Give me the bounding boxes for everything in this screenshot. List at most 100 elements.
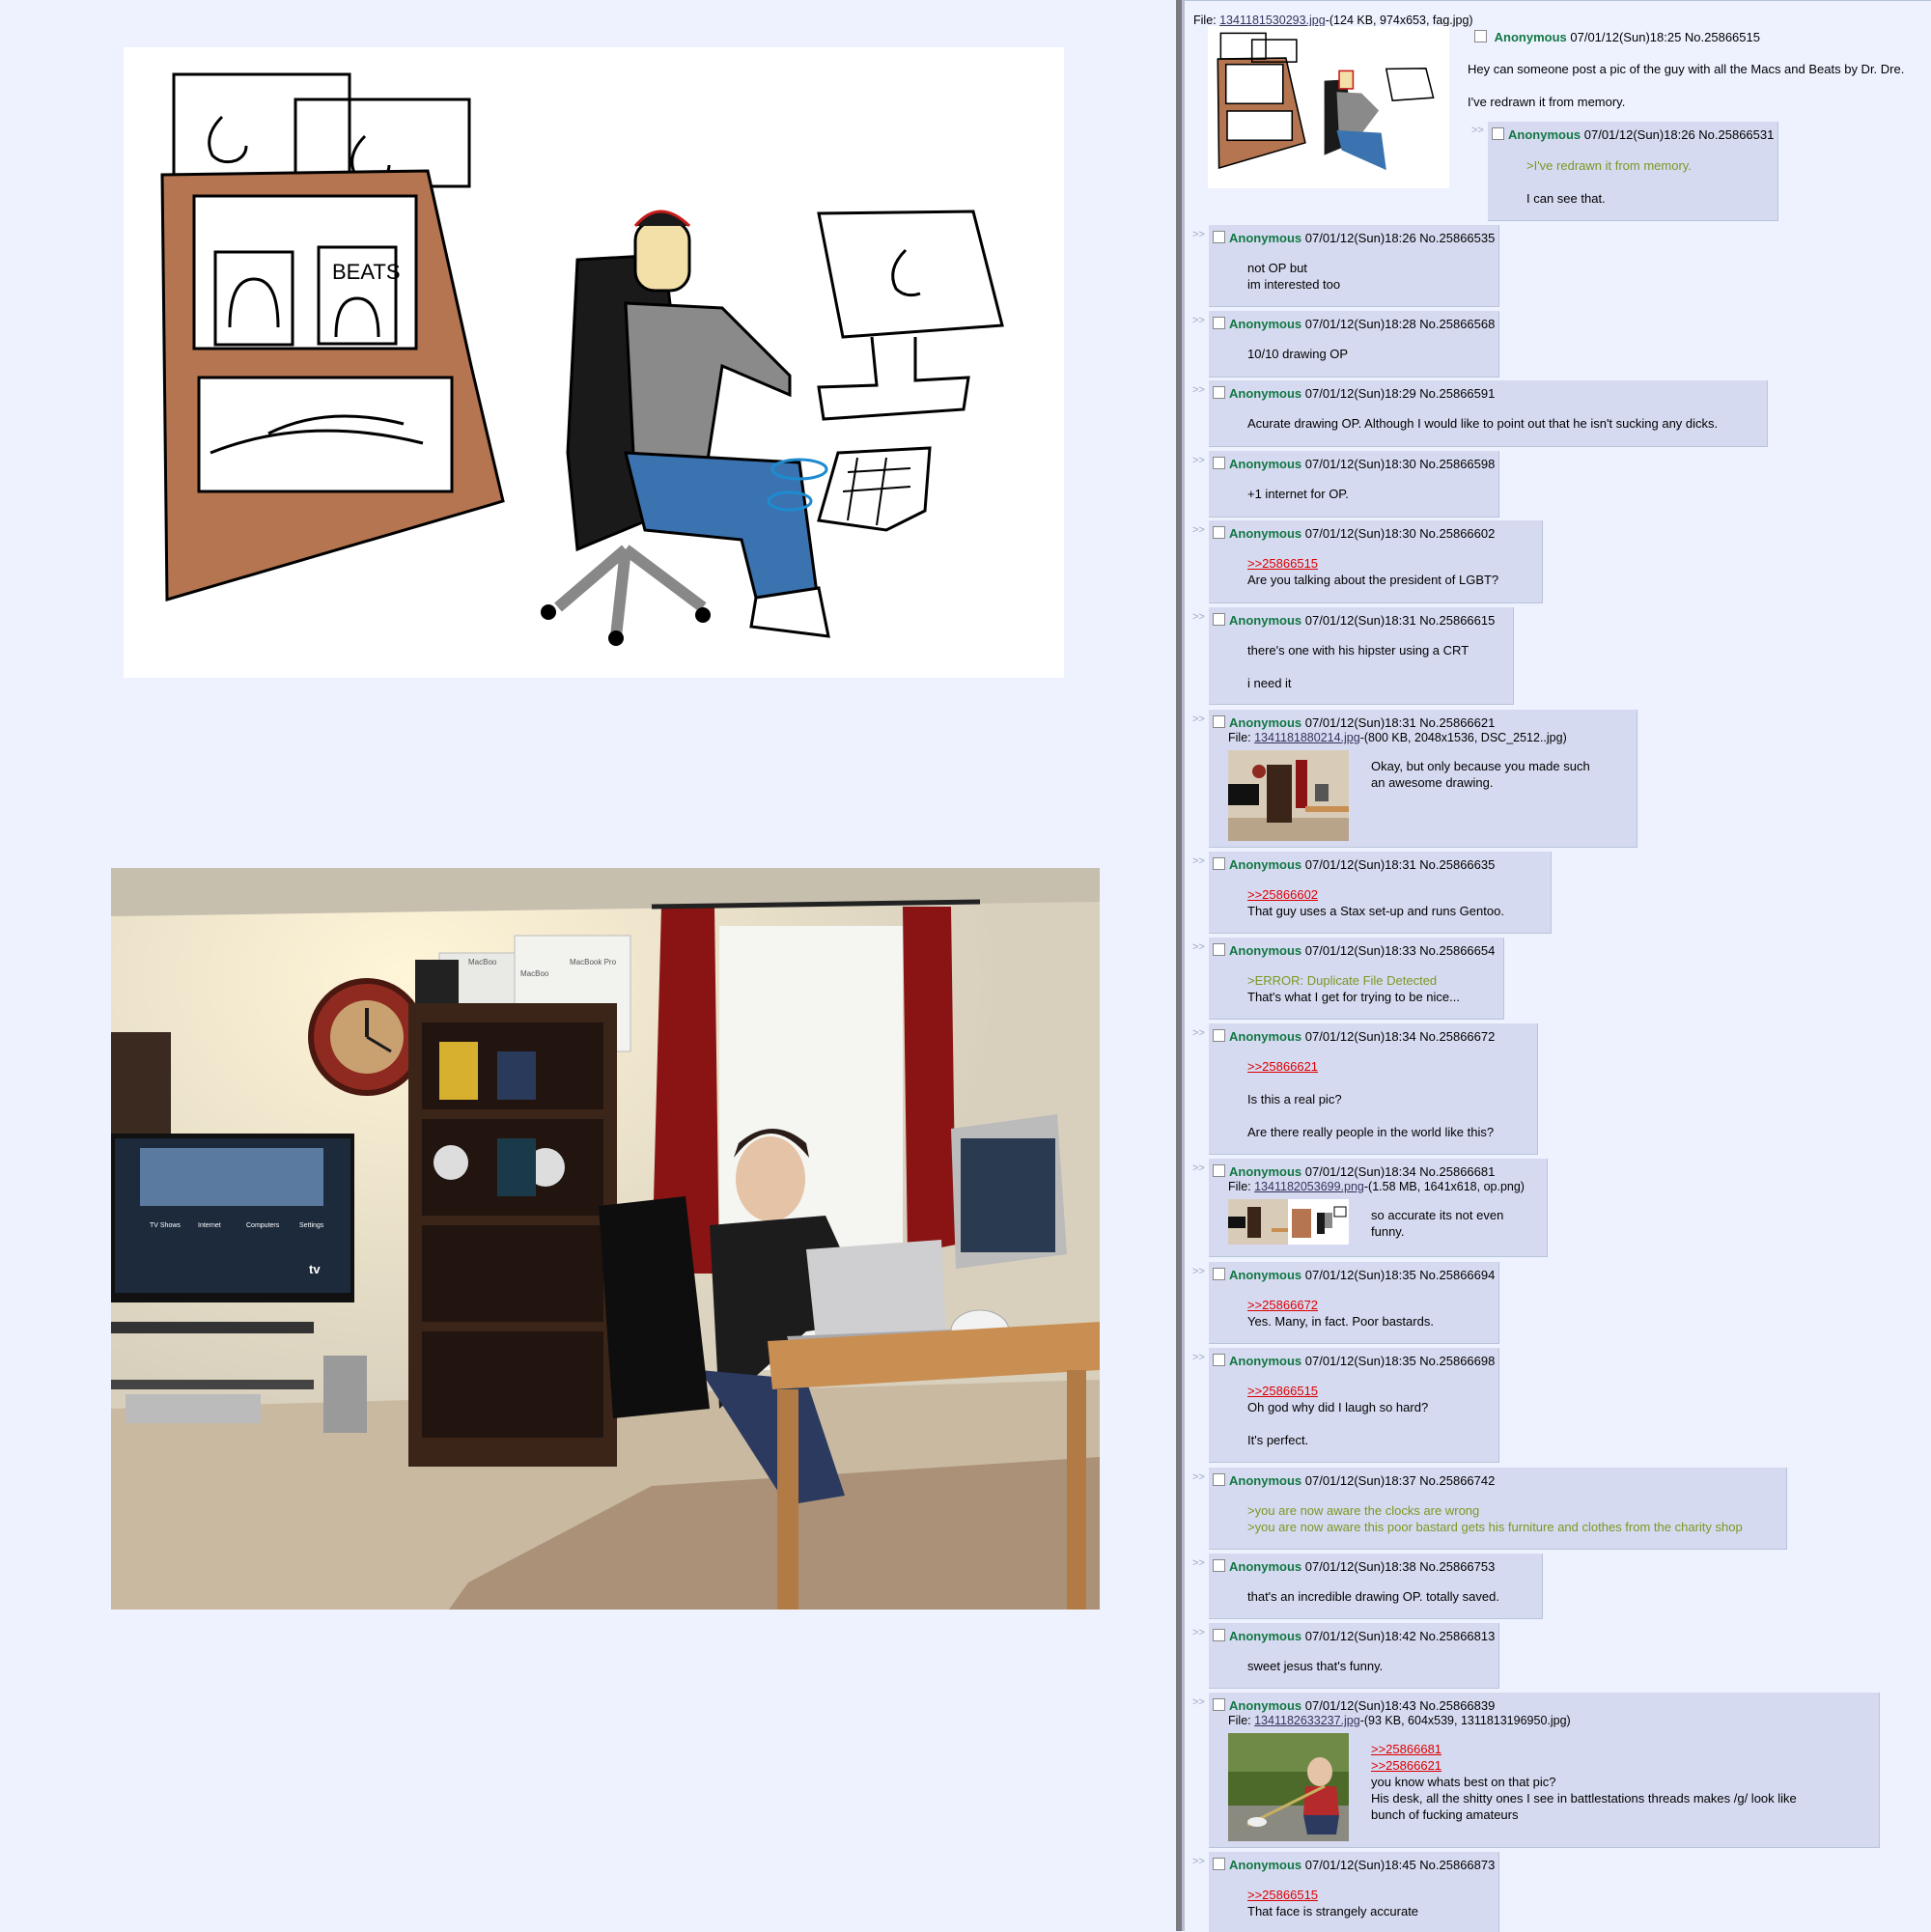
op-line-1: Hey can someone post a pic of the guy wi…: [1468, 62, 1905, 76]
post-checkbox[interactable]: [1213, 317, 1225, 329]
post-meta[interactable]: 07/01/12(Sun)18:31 No.25866615: [1305, 613, 1496, 628]
reply-body: 10/10 drawing OP: [1247, 346, 1348, 362]
post-checkbox[interactable]: [1213, 1858, 1225, 1870]
reply-header: Anonymous 07/01/12(Sun)18:35 No.25866698: [1213, 1354, 1495, 1368]
quote-link[interactable]: >>25866621: [1247, 1058, 1494, 1075]
post-checkbox[interactable]: [1213, 526, 1225, 539]
reply-body: >>25866515 That face is strangely accura…: [1247, 1887, 1418, 1919]
op-checkbox[interactable]: [1474, 30, 1487, 42]
reply-header: Anonymous 07/01/12(Sun)18:31 No.25866621: [1213, 715, 1495, 730]
greentext-line: >you are now aware the clocks are wrong: [1247, 1503, 1480, 1518]
quote-link[interactable]: >>25866602: [1247, 886, 1504, 903]
reply-post-25866535: Anonymous 07/01/12(Sun)18:26 No.25866535…: [1209, 225, 1499, 307]
poster-name: Anonymous: [1229, 1629, 1302, 1643]
post-checkbox[interactable]: [1213, 1629, 1225, 1641]
text-line: sweet jesus that's funny.: [1247, 1659, 1384, 1673]
text-line: so accurate its not even: [1371, 1208, 1504, 1222]
text-line: His desk, all the shitty ones I see in b…: [1371, 1791, 1797, 1806]
post-meta[interactable]: 07/01/12(Sun)18:45 No.25866873: [1305, 1858, 1496, 1872]
quote-link[interactable]: >>25866515: [1247, 1383, 1428, 1399]
post-checkbox[interactable]: [1213, 1559, 1225, 1572]
reply-header: Anonymous 07/01/12(Sun)18:26 No.25866535: [1213, 231, 1495, 245]
reply-post-25866654: Anonymous 07/01/12(Sun)18:33 No.25866654…: [1209, 938, 1504, 1020]
post-meta[interactable]: 07/01/12(Sun)18:28 No.25866568: [1305, 317, 1496, 331]
text-line: funny.: [1371, 1224, 1405, 1239]
post-checkbox[interactable]: [1213, 1473, 1225, 1486]
greentext-line: >ERROR: Duplicate File Detected: [1247, 973, 1438, 988]
post-checkbox[interactable]: [1492, 127, 1504, 140]
text-line: there's one with his hipster using a CRT: [1247, 643, 1469, 658]
reply-header: Anonymous 07/01/12(Sun)18:28 No.25866568: [1213, 317, 1495, 331]
text-line: im interested too: [1247, 277, 1341, 292]
tv-menu-2: Internet: [198, 1222, 221, 1229]
reply-arrow: >>: [1192, 1557, 1205, 1569]
op-file-meta: -(124 KB, 974x653, fag.jpg): [1325, 14, 1473, 27]
reply-header: Anonymous 07/01/12(Sun)18:35 No.25866694: [1213, 1268, 1495, 1282]
op-datetime-number[interactable]: 07/01/12(Sun)18:25 No.25866515: [1570, 30, 1760, 44]
post-meta[interactable]: 07/01/12(Sun)18:38 No.25866753: [1305, 1559, 1496, 1574]
text-line: That guy uses a Stax set-up and runs Gen…: [1247, 904, 1504, 918]
post-checkbox[interactable]: [1213, 1268, 1225, 1280]
post-meta[interactable]: 07/01/12(Sun)18:35 No.25866694: [1305, 1268, 1496, 1282]
reply-body: >>25866602 That guy uses a Stax set-up a…: [1247, 886, 1504, 919]
post-meta[interactable]: 07/01/12(Sun)18:33 No.25866654: [1305, 943, 1496, 958]
reply-thumbnail[interactable]: [1228, 1199, 1349, 1245]
file-link[interactable]: 1341182633237.jpg: [1254, 1714, 1360, 1727]
quote-link[interactable]: >>25866672: [1247, 1297, 1434, 1313]
post-meta[interactable]: 07/01/12(Sun)18:37 No.25866742: [1305, 1473, 1496, 1488]
poster-name: Anonymous: [1229, 943, 1302, 958]
tv-menu-4: Settings: [299, 1222, 324, 1229]
post-meta[interactable]: 07/01/12(Sun)18:30 No.25866602: [1305, 526, 1496, 541]
post-meta[interactable]: 07/01/12(Sun)18:42 No.25866813: [1305, 1629, 1496, 1643]
post-meta[interactable]: 07/01/12(Sun)18:30 No.25866598: [1305, 457, 1496, 471]
reply-thumbnail[interactable]: [1228, 1733, 1349, 1841]
post-checkbox[interactable]: [1213, 1698, 1225, 1711]
post-checkbox[interactable]: [1213, 715, 1225, 728]
poster-name: Anonymous: [1229, 613, 1302, 628]
post-meta[interactable]: 07/01/12(Sun)18:35 No.25866698: [1305, 1354, 1496, 1368]
post-checkbox[interactable]: [1213, 1164, 1225, 1177]
reply-header: Anonymous 07/01/12(Sun)18:31 No.25866615: [1213, 613, 1495, 628]
op-drawing-image[interactable]: BEATS: [124, 47, 1064, 678]
file-link[interactable]: 1341181880214.jpg: [1254, 731, 1360, 744]
post-meta[interactable]: 07/01/12(Sun)18:26 No.25866535: [1305, 231, 1496, 245]
reply-thumbnail[interactable]: [1228, 750, 1349, 841]
post-checkbox[interactable]: [1213, 1354, 1225, 1366]
reply-arrow: >>: [1192, 611, 1205, 623]
file-link[interactable]: 1341182053699.png: [1254, 1180, 1364, 1193]
post-checkbox[interactable]: [1213, 857, 1225, 870]
post-meta[interactable]: 07/01/12(Sun)18:43 No.25866839: [1305, 1698, 1496, 1713]
poster-name: Anonymous: [1229, 1029, 1302, 1044]
post-meta[interactable]: 07/01/12(Sun)18:34 No.25866681: [1305, 1164, 1496, 1179]
post-meta[interactable]: 07/01/12(Sun)18:26 No.25866531: [1584, 127, 1775, 142]
op-line-2: I've redrawn it from memory.: [1468, 95, 1626, 109]
reply-body: Acurate drawing OP. Although I would lik…: [1247, 415, 1718, 432]
quote-link[interactable]: >>25866515: [1247, 1887, 1418, 1903]
poster-name: Anonymous: [1229, 386, 1302, 401]
quote-link[interactable]: >>25866621: [1371, 1757, 1797, 1774]
post-checkbox[interactable]: [1213, 457, 1225, 469]
post-meta[interactable]: 07/01/12(Sun)18:29 No.25866591: [1305, 386, 1496, 401]
op-thumbnail-svg: [1208, 26, 1449, 188]
thread-panel[interactable]: File: 1341181530293.jpg-(124 KB, 974x653…: [1185, 0, 1931, 1932]
reply-body: +1 internet for OP.: [1247, 486, 1349, 502]
op-thumbnail[interactable]: [1208, 26, 1449, 188]
reply-header: Anonymous 07/01/12(Sun)18:33 No.25866654: [1213, 943, 1495, 958]
reply-arrow: >>: [1192, 1162, 1205, 1174]
reply-header: Anonymous 07/01/12(Sun)18:29 No.25866591: [1213, 386, 1495, 401]
post-meta[interactable]: 07/01/12(Sun)18:31 No.25866635: [1305, 857, 1496, 872]
post-checkbox[interactable]: [1213, 943, 1225, 956]
post-checkbox[interactable]: [1213, 613, 1225, 626]
op-file-link[interactable]: 1341181530293.jpg: [1219, 14, 1326, 27]
quote-link[interactable]: >>25866681: [1371, 1741, 1797, 1757]
post-checbox[interactable]: [1213, 231, 1225, 243]
text-line: It's perfect.: [1247, 1433, 1309, 1447]
room-photo-image[interactable]: MacBoo MacBook Pro MacBoo TV Shows Inter…: [111, 868, 1100, 1610]
post-checkbox[interactable]: [1213, 1029, 1225, 1042]
post-checkbox[interactable]: [1213, 386, 1225, 399]
quote-link[interactable]: >>25866515: [1247, 555, 1498, 572]
post-meta[interactable]: 07/01/12(Sun)18:31 No.25866621: [1305, 715, 1496, 730]
poster-name: Anonymous: [1229, 1354, 1302, 1368]
greentext-line: >you are now aware this poor bastard get…: [1247, 1520, 1743, 1534]
post-meta[interactable]: 07/01/12(Sun)18:34 No.25866672: [1305, 1029, 1496, 1044]
